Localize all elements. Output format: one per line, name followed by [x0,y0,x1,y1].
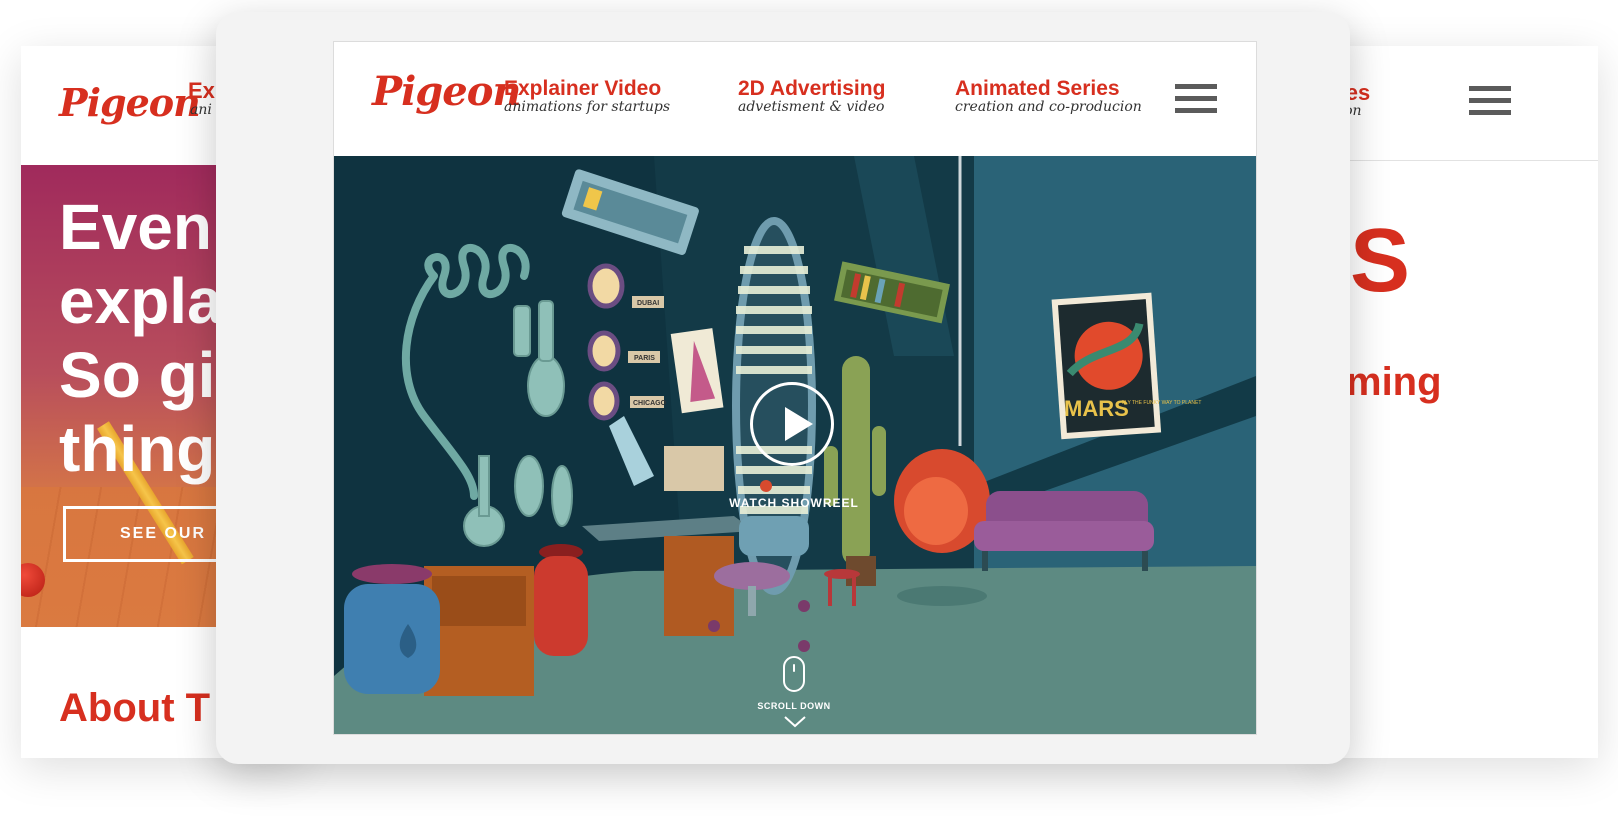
hamburger-menu-icon[interactable] [1175,84,1217,120]
red-jar [534,544,588,656]
nav-subtitle: creation and co-producion [955,99,1142,116]
mouse-scroll-icon [783,656,805,692]
tag-paris: PARIS [634,355,655,362]
wooden-cabinet [424,566,534,696]
left-hero-line-4: thing [59,413,216,485]
left-hero-line-3: So gi [59,339,216,411]
tag-chicago: CHICAGO [633,400,667,407]
right-page-big-letter: S [1350,211,1411,311]
tablet-screen: Pigeon Explainer Video animations for st… [333,41,1257,735]
nav-subtitle: advetisment & video [738,99,885,116]
about-heading: About T [59,686,211,730]
play-showreel-button[interactable] [750,382,834,466]
left-page-nav-subtitle: ani [190,102,212,118]
nav-title: 2D Advertising [738,77,886,100]
left-page-nav-title: Ex [188,78,215,103]
nav-animated-series[interactable]: Animated Series creation and co-producio… [955,77,1142,116]
chevron-down-icon[interactable] [784,716,806,728]
nav-2d-advertising[interactable]: 2D Advertising advetisment & video [738,77,886,116]
nav-explainer-video[interactable]: Explainer Video animations for startups [504,77,671,116]
mars-poster-tagline: FLY THE FUNKY WAY TO PLANET [1122,400,1201,406]
right-page-divider [1320,160,1598,161]
left-hero-line-1: Even [59,191,212,263]
right-page-menu-icon[interactable] [1469,86,1511,122]
left-page-logo: Pigeon [59,80,201,125]
tag-dubai: DUBAI [637,300,659,307]
nav-subtitle: animations for startups [504,99,671,116]
mars-poster-title: MARS [1064,396,1129,421]
background-page-right: l Series -producion S ming [1320,46,1598,758]
tablet-frame: Pigeon Explainer Video animations for st… [216,12,1350,764]
right-page-heading: ming [1346,360,1442,404]
nav-title: Animated Series [955,77,1120,100]
wall-frames [587,263,625,421]
pigeon-logo[interactable]: Pigeon [372,68,521,115]
site-header: Pigeon Explainer Video animations for st… [334,42,1256,156]
nav-title: Explainer Video [504,77,662,100]
watch-showreel-label[interactable]: WATCH SHOWREEL [694,496,894,510]
left-hero-line-2: expla [59,265,223,337]
scroll-down-label[interactable]: SCROLL DOWN [714,701,874,711]
hero-showreel: DUBAI PARIS CHICAGO MARS FLY THE FUNKY W… [334,156,1256,734]
